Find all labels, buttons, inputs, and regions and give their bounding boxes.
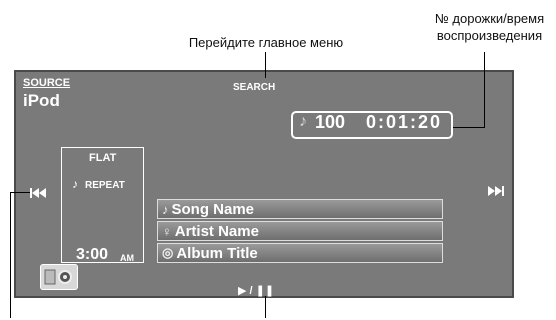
- source-button[interactable]: iPod: [23, 91, 60, 111]
- list-item-label: Song Name: [171, 200, 255, 218]
- next-track-button[interactable]: [488, 185, 504, 200]
- album-disc-icon: ◎: [162, 245, 174, 260]
- prev-callout-vertical: [10, 192, 11, 318]
- list-item-label: Artist Name: [174, 222, 259, 240]
- play-pause-button[interactable]: ▶ / ❚❚: [238, 284, 274, 297]
- list-item-song[interactable]: ♪ Song Name: [157, 199, 443, 219]
- track-time-annotation-line2: воспроизведения: [436, 28, 543, 43]
- previous-track-icon: [30, 188, 46, 198]
- next-track-icon: [488, 186, 504, 196]
- music-note-icon: ♪: [299, 113, 307, 130]
- repeat-note-icon: ♪: [72, 177, 78, 191]
- previous-track-button[interactable]: [30, 187, 46, 202]
- main-menu-callout-line: [265, 52, 266, 78]
- playpause-callout-line: [265, 296, 266, 318]
- search-button[interactable]: SEARCH: [233, 82, 275, 93]
- track-number: 100: [315, 112, 346, 132]
- track-time-callout-vertical: [484, 52, 485, 128]
- playing-time: 0:01:20: [366, 112, 443, 132]
- repeat-label: REPEAT: [85, 180, 125, 191]
- artist-icon: ♀: [162, 223, 172, 239]
- track-time-callout-horizontal: [453, 127, 484, 128]
- list-item-label: Album Title: [176, 244, 258, 262]
- sound-mode-label: FLAT: [89, 152, 117, 164]
- track-time-annotation-line1: № дорожки/время: [434, 11, 545, 26]
- list-item-album[interactable]: ◎ Album Title: [157, 243, 443, 263]
- main-menu-annotation: Перейдите главное меню: [188, 35, 344, 50]
- track-time-annotation: № дорожки/время воспроизведения: [423, 10, 556, 44]
- clock-time: 3:00: [76, 246, 109, 263]
- prev-callout-horizontal: [10, 192, 30, 193]
- source-label: SOURCE: [23, 77, 71, 89]
- main-menu-icon[interactable]: [40, 264, 78, 290]
- clock-ampm: AM: [120, 253, 134, 263]
- song-note-icon: ♪: [162, 201, 169, 217]
- list-item-artist[interactable]: ♀ Artist Name: [157, 221, 443, 241]
- gear-icon: [44, 269, 72, 285]
